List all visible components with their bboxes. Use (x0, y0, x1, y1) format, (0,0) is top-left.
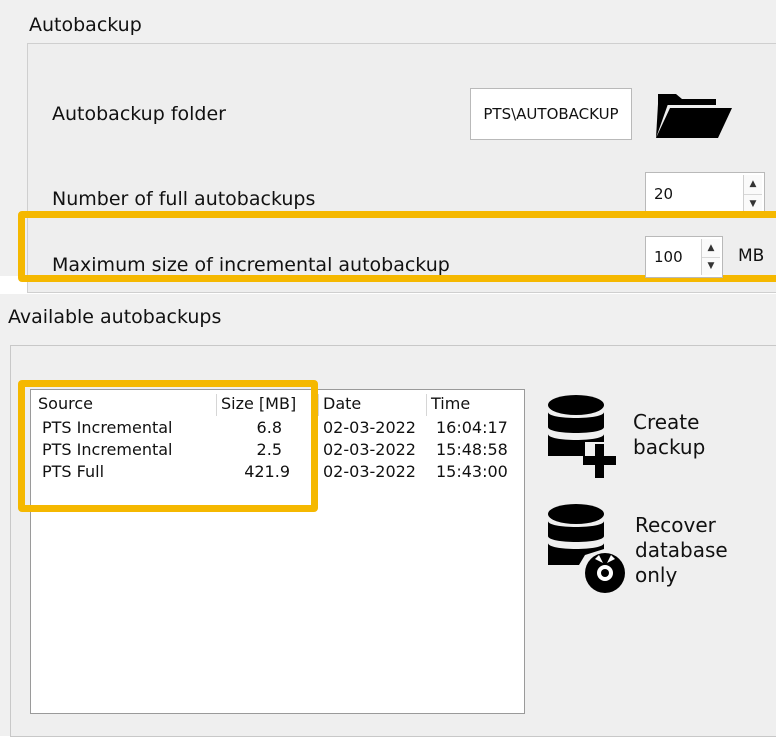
full-autobackups-value: 20 (654, 185, 674, 203)
full-autobackups-spinbox[interactable]: 20 ▲ ▼ (645, 172, 765, 216)
incremental-size-spinbox[interactable]: 100 ▲ ▼ (645, 236, 723, 278)
autobackup-title: Autobackup (29, 14, 142, 36)
autobackup-folder-label: Autobackup folder (52, 103, 226, 125)
recover-database-label: Recover database only (635, 513, 728, 587)
row-date: 02-03-2022 (323, 418, 416, 437)
row-date: 02-03-2022 (323, 462, 416, 481)
row-time: 15:43:00 (436, 462, 508, 481)
database-add-icon (548, 395, 616, 478)
increment-arrow-icon[interactable]: ▲ (702, 239, 720, 257)
column-header-date[interactable]: Date (319, 394, 427, 416)
incremental-size-unit: MB (738, 246, 765, 266)
autobackup-folder-field[interactable]: PTS\AUTOBACKUP (470, 88, 632, 140)
incremental-size-value: 100 (654, 248, 683, 266)
folder-open-icon[interactable] (654, 88, 734, 140)
full-autobackups-stepper[interactable]: ▲ ▼ (743, 175, 762, 213)
incremental-size-label: Maximum size of incremental autobackup (52, 254, 450, 276)
column-header-time[interactable]: Time (427, 394, 521, 416)
row-time: 16:04:17 (436, 418, 508, 437)
create-backup-button[interactable]: Create backup (547, 394, 705, 480)
incremental-size-stepper[interactable]: ▲ ▼ (701, 239, 720, 275)
database-lifebuoy-icon (548, 504, 625, 593)
decrement-arrow-icon[interactable]: ▼ (702, 256, 720, 276)
row-time: 15:48:58 (436, 440, 508, 459)
full-autobackups-label: Number of full autobackups (52, 188, 316, 210)
row-date: 02-03-2022 (323, 440, 416, 459)
create-backup-label: Create backup (633, 410, 706, 459)
available-autobackups-title: Available autobackups (8, 306, 222, 328)
highlight-source-size-columns (18, 380, 318, 512)
increment-arrow-icon[interactable]: ▲ (744, 175, 762, 194)
recover-database-button[interactable]: Recover database only (547, 503, 728, 597)
